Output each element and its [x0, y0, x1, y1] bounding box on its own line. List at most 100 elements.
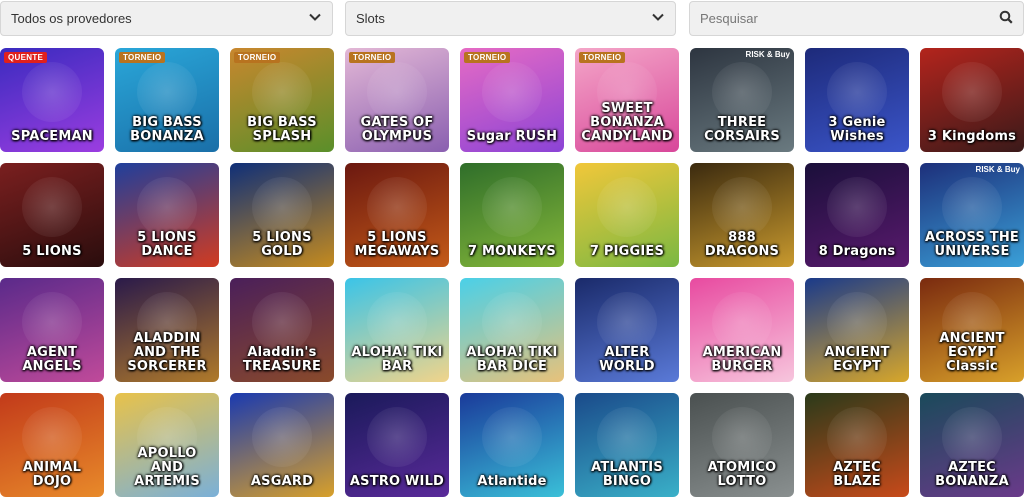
- art-highlight: [712, 177, 772, 237]
- game-tile[interactable]: ALOHA! TIKI BAR DICE: [460, 278, 564, 382]
- game-title: ANIMAL DOJO: [22, 460, 82, 489]
- game-title: Sugar RUSH: [466, 129, 558, 144]
- game-title: Aladdin's TREASURE: [242, 345, 322, 374]
- game-tile[interactable]: 5 LIONS MEGAWAYS: [345, 163, 449, 267]
- game-tile[interactable]: 8 Dragons: [805, 163, 909, 267]
- game-tile[interactable]: ASTRO WILD: [345, 393, 449, 497]
- tournament-badge: TORNEIO: [119, 52, 166, 63]
- art-highlight: [827, 177, 887, 237]
- art-highlight: [22, 292, 82, 352]
- game-title: 8 Dragons: [818, 244, 896, 259]
- game-tile[interactable]: AZTEC BONANZA: [920, 393, 1024, 497]
- game-title: SPACEMAN: [11, 129, 93, 144]
- art-highlight: [252, 177, 312, 237]
- game-title: ANCIENT EGYPT: [824, 345, 890, 374]
- game-title: ALOHA! TIKI BAR DICE: [466, 345, 558, 374]
- game-tile[interactable]: 5 LIONS DANCE: [115, 163, 219, 267]
- game-tile[interactable]: 3 Genie Wishes: [805, 48, 909, 152]
- game-title: 5 LIONS: [22, 244, 82, 259]
- game-title: ALTER WORLD: [599, 345, 655, 374]
- art-highlight: [367, 62, 427, 122]
- game-title: ANCIENT EGYPT Classic: [939, 331, 1005, 374]
- game-tile[interactable]: ALOHA! TIKI BAR: [345, 278, 449, 382]
- category-dropdown-label: Slots: [356, 11, 385, 26]
- game-tile[interactable]: TORNEIO BIG BASS SPLASH: [230, 48, 334, 152]
- game-tile[interactable]: QUENTE SPACEMAN: [0, 48, 104, 152]
- art-highlight: [827, 62, 887, 122]
- game-tile[interactable]: ALADDIN AND THE SORCERER: [115, 278, 219, 382]
- filter-bar: Todos os provedores Slots Pesquisar: [0, 0, 1024, 40]
- game-title: SWEET BONANZA CANDYLAND: [581, 101, 673, 144]
- tournament-badge: TORNEIO: [579, 52, 626, 63]
- chevron-down-icon: [308, 10, 322, 27]
- game-title: AGENT ANGELS: [22, 345, 82, 374]
- art-highlight: [22, 62, 82, 122]
- game-tile[interactable]: TORNEIO GATES OF OLYMPUS: [345, 48, 449, 152]
- game-tile[interactable]: ALTER WORLD: [575, 278, 679, 382]
- game-title: ASGARD: [250, 474, 314, 489]
- game-title: 5 LIONS GOLD: [252, 230, 312, 259]
- art-highlight: [942, 407, 1002, 467]
- game-title: THREE CORSAIRS: [704, 115, 780, 144]
- game-tile[interactable]: TORNEIO SWEET BONANZA CANDYLAND: [575, 48, 679, 152]
- game-title: BIG BASS BONANZA: [130, 115, 204, 144]
- game-tile[interactable]: APOLLO AND ARTEMIS: [115, 393, 219, 497]
- game-title: GATES OF OLYMPUS: [360, 115, 434, 144]
- art-highlight: [252, 292, 312, 352]
- game-tile[interactable]: 3 Kingdoms: [920, 48, 1024, 152]
- game-grid: QUENTE SPACEMAN TORNEIO BIG BASS BONANZA TOR…: [0, 48, 1024, 497]
- game-tile[interactable]: ATLANTIS BINGO: [575, 393, 679, 497]
- game-title: 5 LIONS DANCE: [137, 230, 197, 259]
- game-tile[interactable]: AGENT ANGELS: [0, 278, 104, 382]
- game-title: 888 DRAGONS: [704, 230, 780, 259]
- game-tile[interactable]: ANCIENT EGYPT Classic: [920, 278, 1024, 382]
- provider-dropdown-label: Todos os provedores: [11, 11, 132, 26]
- game-tile[interactable]: AMERICAN BURGER: [690, 278, 794, 382]
- game-title: BIG BASS SPLASH: [247, 115, 317, 144]
- art-highlight: [827, 407, 887, 467]
- game-tile[interactable]: 7 MONKEYS: [460, 163, 564, 267]
- game-tile[interactable]: ASGARD: [230, 393, 334, 497]
- game-tile[interactable]: TORNEIO Sugar RUSH: [460, 48, 564, 152]
- game-tile[interactable]: ANIMAL DOJO: [0, 393, 104, 497]
- hot-badge: QUENTE: [4, 52, 48, 63]
- search-input[interactable]: Pesquisar: [689, 1, 1024, 36]
- game-tile[interactable]: 5 LIONS GOLD: [230, 163, 334, 267]
- game-tile[interactable]: ATOMICO LOTTO: [690, 393, 794, 497]
- art-highlight: [482, 62, 542, 122]
- art-highlight: [712, 62, 772, 122]
- game-title: AZTEC BLAZE: [833, 460, 881, 489]
- art-highlight: [367, 407, 427, 467]
- art-highlight: [827, 292, 887, 352]
- game-tile[interactable]: AZTEC BLAZE: [805, 393, 909, 497]
- game-tile[interactable]: ANCIENT EGYPT: [805, 278, 909, 382]
- game-title: 3 Genie Wishes: [828, 115, 886, 144]
- game-tile[interactable]: Atlantide: [460, 393, 564, 497]
- game-tile[interactable]: RISK & Buy ACROSS THE UNIVERSE: [920, 163, 1024, 267]
- game-tile[interactable]: RISK & Buy THREE CORSAIRS: [690, 48, 794, 152]
- game-title: Atlantide: [477, 474, 547, 489]
- game-title: ALOHA! TIKI BAR: [351, 345, 443, 374]
- game-title: ALADDIN AND THE SORCERER: [127, 331, 207, 374]
- art-highlight: [942, 62, 1002, 122]
- art-highlight: [712, 292, 772, 352]
- art-highlight: [597, 177, 657, 237]
- category-dropdown[interactable]: Slots: [345, 1, 676, 36]
- art-highlight: [252, 407, 312, 467]
- game-tile[interactable]: 5 LIONS: [0, 163, 104, 267]
- art-highlight: [252, 62, 312, 122]
- search-icon[interactable]: [999, 10, 1013, 27]
- game-tile[interactable]: Aladdin's TREASURE: [230, 278, 334, 382]
- game-title: APOLLO AND ARTEMIS: [134, 446, 200, 489]
- game-tile[interactable]: 888 DRAGONS: [690, 163, 794, 267]
- art-highlight: [367, 177, 427, 237]
- game-title: ACROSS THE UNIVERSE: [925, 230, 1019, 259]
- game-tile[interactable]: TORNEIO BIG BASS BONANZA: [115, 48, 219, 152]
- art-highlight: [482, 407, 542, 467]
- art-highlight: [712, 407, 772, 467]
- game-tile[interactable]: 7 PIGGIES: [575, 163, 679, 267]
- chevron-down-icon: [651, 10, 665, 27]
- art-highlight: [367, 292, 427, 352]
- provider-dropdown[interactable]: Todos os provedores: [0, 1, 333, 36]
- game-title: ATOMICO LOTTO: [707, 460, 777, 489]
